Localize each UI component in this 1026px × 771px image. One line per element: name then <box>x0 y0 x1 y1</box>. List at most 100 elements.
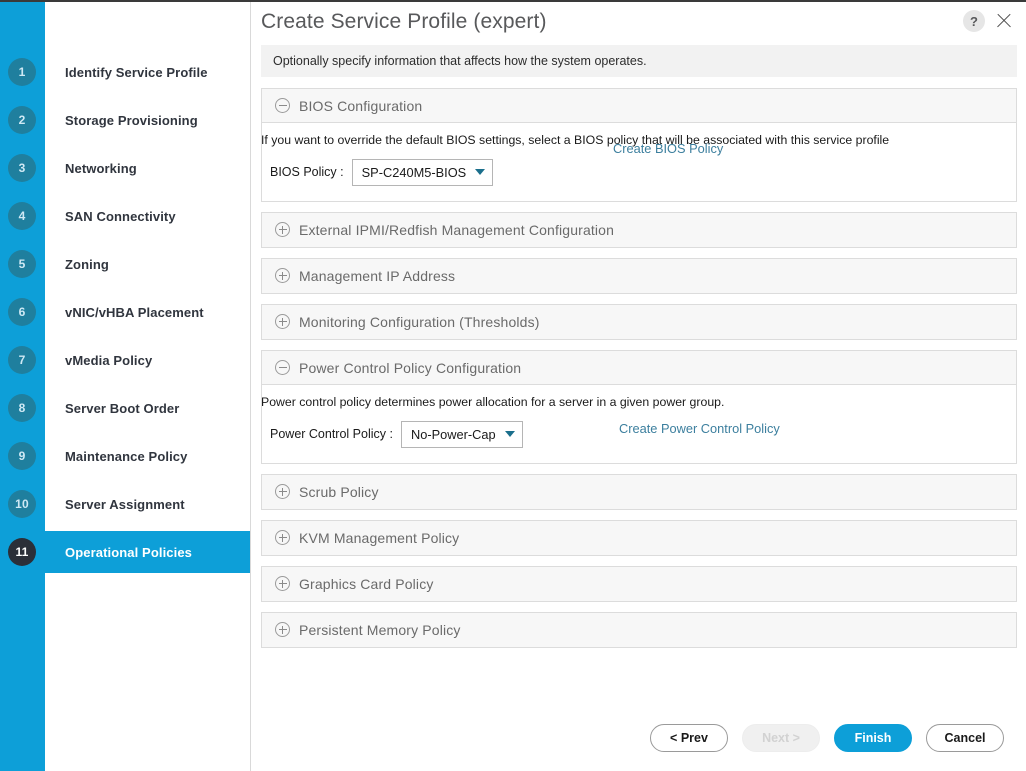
help-icon[interactable]: ? <box>963 10 985 32</box>
step-number-badge: 7 <box>8 346 36 374</box>
section-header-scrub-policy[interactable]: Scrub Policy <box>262 475 1016 509</box>
plus-circle-icon[interactable] <box>275 222 290 237</box>
chevron-down-icon[interactable] <box>475 169 486 175</box>
step-number-badge: 4 <box>8 202 36 230</box>
sidebar-step-label: Server Assignment <box>65 496 185 512</box>
sidebar-step-label: vNIC/vHBA Placement <box>65 304 204 320</box>
dropdown-selected-value: SP-C240M5-BIOS <box>361 164 467 180</box>
section-header-bios-configuration[interactable]: BIOS Configuration <box>262 89 1016 123</box>
finish-button[interactable]: Finish <box>834 724 912 752</box>
plus-circle-icon[interactable] <box>275 484 290 499</box>
step-number-badge: 2 <box>8 106 36 134</box>
field-row-bios-configuration: BIOS Policy : SP-C240M5-BIOS Create BIOS P… <box>262 141 1016 187</box>
section-body-bios-configuration: If you want to override the default BIOS… <box>261 123 1016 201</box>
sidebar-step-label: Identify Service Profile <box>65 64 208 80</box>
section-monitoring-configuration: Monitoring Configuration (Thresholds) <box>261 304 1017 340</box>
section-header-persistent-memory-policy[interactable]: Persistent Memory Policy <box>262 613 1016 647</box>
section-power-control-policy: Power Control Policy Configuration Power … <box>261 350 1017 464</box>
step-number-badge: 8 <box>8 394 36 422</box>
sidebar-step-maintenance-policy[interactable]: 9 Maintenance Policy <box>0 432 251 480</box>
section-header-power-control-policy[interactable]: Power Control Policy Configuration <box>262 351 1016 385</box>
section-header-graphics-card-policy[interactable]: Graphics Card Policy <box>262 567 1016 601</box>
dialog-title-bar: Create Service Profile (expert) ? <box>252 2 1026 45</box>
cancel-button[interactable]: Cancel <box>926 724 1004 752</box>
create-power-control-policy-link[interactable]: Create Power Control Policy <box>619 421 780 436</box>
step-number-badge: 10 <box>8 490 36 518</box>
step-number-badge: 9 <box>8 442 36 470</box>
section-title: Power Control Policy Configuration <box>299 359 522 376</box>
plus-circle-icon[interactable] <box>275 530 290 545</box>
info-banner: Optionally specify information that affe… <box>261 45 1017 77</box>
section-management-ip-address: Management IP Address <box>261 258 1017 294</box>
sidebar-step-vnic-vhba-placement[interactable]: 6 vNIC/vHBA Placement <box>0 288 251 336</box>
close-icon[interactable] <box>994 11 1014 31</box>
sidebar-step-label: vMedia Policy <box>65 352 153 368</box>
power-control-policy-dropdown[interactable]: No-Power-Cap <box>400 420 523 448</box>
section-header-external-ipmi-redfish[interactable]: External IPMI/Redfish Management Configu… <box>262 213 1016 247</box>
page-title: Create Service Profile (expert) <box>261 10 547 33</box>
section-header-management-ip-address[interactable]: Management IP Address <box>262 259 1016 293</box>
chevron-down-icon[interactable] <box>504 431 515 437</box>
plus-circle-icon[interactable] <box>275 622 290 637</box>
field-row-power-control-policy: Power Control Policy : No-Power-Cap Create… <box>262 419 1016 449</box>
section-description: Power control policy determines power al… <box>261 395 725 409</box>
section-kvm-management-policy: KVM Management Policy <box>261 520 1017 556</box>
wizard-footer: < Prev Next > Finish Cancel <box>252 724 1026 752</box>
step-number-badge: 6 <box>8 298 36 326</box>
section-external-ipmi-redfish: External IPMI/Redfish Management Configu… <box>261 212 1017 248</box>
sidebar-step-san-connectivity[interactable]: 4 SAN Connectivity <box>0 192 251 240</box>
wizard-sidebar: 1 Identify Service Profile 2 Storage Provis… <box>0 2 251 771</box>
section-title: KVM Management Policy <box>299 529 460 546</box>
step-number-badge: 11 <box>8 538 36 566</box>
section-title: Monitoring Configuration (Thresholds) <box>299 313 540 330</box>
sidebar-step-label: Operational Policies <box>65 544 192 560</box>
sidebar-step-label: Zoning <box>65 256 109 272</box>
section-graphics-card-policy: Graphics Card Policy <box>261 566 1017 602</box>
title-bar-actions: ? <box>963 10 1014 32</box>
operational-policies-sections: BIOS Configuration If you want to overrid… <box>252 77 1026 648</box>
section-body-power-control-policy: Power control policy determines power al… <box>261 385 1016 463</box>
sidebar-step-vmedia-policy[interactable]: 7 vMedia Policy <box>0 336 251 384</box>
sidebar-step-label: Server Boot Order <box>65 400 180 416</box>
sidebar-step-operational-policies[interactable]: 11 Operational Policies <box>0 528 251 576</box>
sidebar-step-storage-provisioning[interactable]: 2 Storage Provisioning <box>0 96 251 144</box>
next-button: Next > <box>742 724 820 752</box>
step-number-badge: 3 <box>8 154 36 182</box>
bios-policy-dropdown[interactable]: SP-C240M5-BIOS <box>351 158 494 186</box>
sidebar-step-networking[interactable]: 3 Networking <box>0 144 251 192</box>
field-label: BIOS Policy : <box>270 165 344 179</box>
plus-circle-icon[interactable] <box>275 268 290 283</box>
info-banner-text: Optionally specify information that affe… <box>273 54 647 68</box>
field-label: Power Control Policy : <box>270 427 393 441</box>
section-bios-configuration: BIOS Configuration If you want to overrid… <box>261 88 1017 202</box>
sidebar-step-label: Storage Provisioning <box>65 112 198 128</box>
section-title: Graphics Card Policy <box>299 575 434 592</box>
section-persistent-memory-policy: Persistent Memory Policy <box>261 612 1017 648</box>
sidebar-step-label: SAN Connectivity <box>65 208 176 224</box>
create-service-profile-dialog: 1 Identify Service Profile 2 Storage Provis… <box>0 0 1026 771</box>
step-number-badge: 1 <box>8 58 36 86</box>
dropdown-selected-value: No-Power-Cap <box>410 426 496 442</box>
minus-circle-icon[interactable] <box>275 360 290 375</box>
sidebar-step-server-assignment[interactable]: 10 Server Assignment <box>0 480 251 528</box>
section-header-monitoring-configuration[interactable]: Monitoring Configuration (Thresholds) <box>262 305 1016 339</box>
section-header-kvm-management-policy[interactable]: KVM Management Policy <box>262 521 1016 555</box>
sidebar-step-identify-service-profile[interactable]: 1 Identify Service Profile <box>0 48 251 96</box>
dialog-main-panel: Create Service Profile (expert) ? Option… <box>252 2 1026 771</box>
create-bios-policy-link[interactable]: Create BIOS Policy <box>613 141 723 156</box>
sidebar-step-server-boot-order[interactable]: 8 Server Boot Order <box>0 384 251 432</box>
prev-button[interactable]: < Prev <box>650 724 728 752</box>
section-title: Management IP Address <box>299 267 456 284</box>
step-number-badge: 5 <box>8 250 36 278</box>
section-title: Persistent Memory Policy <box>299 621 461 638</box>
plus-circle-icon[interactable] <box>275 576 290 591</box>
section-title: External IPMI/Redfish Management Configu… <box>299 221 615 238</box>
plus-circle-icon[interactable] <box>275 314 290 329</box>
sidebar-step-zoning[interactable]: 5 Zoning <box>0 240 251 288</box>
wizard-step-list: 1 Identify Service Profile 2 Storage Provis… <box>0 48 251 576</box>
section-title: BIOS Configuration <box>299 97 423 114</box>
sidebar-step-label: Maintenance Policy <box>65 448 188 464</box>
section-title: Scrub Policy <box>299 483 379 500</box>
sidebar-step-label: Networking <box>65 160 137 176</box>
minus-circle-icon[interactable] <box>275 98 290 113</box>
